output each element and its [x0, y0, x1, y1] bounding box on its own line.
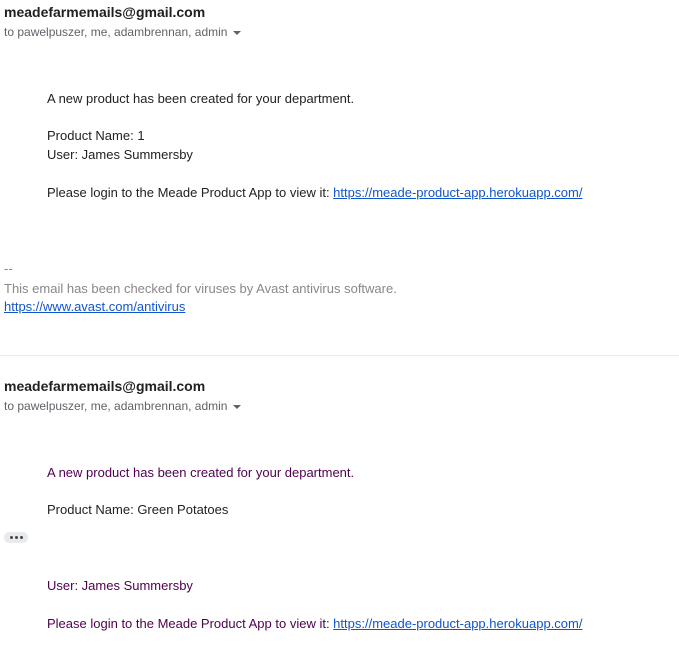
chevron-down-icon[interactable]	[233, 30, 242, 35]
chevron-down-icon[interactable]	[233, 404, 242, 409]
signature-dashes: --	[4, 261, 13, 276]
message-divider	[0, 355, 679, 356]
body-product-name: Product Name: 1	[47, 128, 145, 143]
recipients-line: to pawelpuszer, me, adambrennan, admin	[4, 399, 242, 413]
product-app-link[interactable]: https://meade-product-app.herokuapp.com/	[333, 616, 582, 631]
recipients-text: to pawelpuszer, me, adambrennan, admin	[4, 25, 228, 39]
dot	[14, 536, 18, 539]
body-user: User: James Summersby	[47, 578, 193, 593]
product-app-link[interactable]: https://meade-product-app.herokuapp.com/	[333, 185, 582, 200]
recipients-line: to pawelpuszer, me, adambrennan, admin	[4, 25, 242, 39]
sender-email[interactable]: meadefarmemails@gmail.com	[4, 378, 205, 394]
body-user: User: James Summersby	[47, 147, 193, 162]
avast-link[interactable]: https://www.avast.com/antivirus	[4, 299, 185, 314]
dot	[9, 536, 13, 539]
signature-text: This email has been checked for viruses …	[4, 281, 397, 296]
body-login-line: Please login to the Meade Product App to…	[47, 616, 582, 632]
signature-link-line: https://www.avast.com/antivirus	[4, 299, 185, 315]
body-login-text: Please login to the Meade Product App to…	[47, 616, 334, 631]
body-product-name: Product Name: Green Potatoes	[47, 502, 229, 517]
body-intro: A new product has been created for your …	[47, 91, 355, 106]
dot	[19, 536, 23, 539]
sender-email[interactable]: meadefarmemails@gmail.com	[4, 4, 205, 20]
body-intro: A new product has been created for your …	[47, 465, 355, 480]
body-login-text: Please login to the Meade Product App to…	[47, 185, 334, 200]
body-login-line: Please login to the Meade Product App to…	[47, 185, 582, 201]
recipients-text: to pawelpuszer, me, adambrennan, admin	[4, 399, 228, 413]
more-horizontal-icon[interactable]	[4, 532, 28, 543]
